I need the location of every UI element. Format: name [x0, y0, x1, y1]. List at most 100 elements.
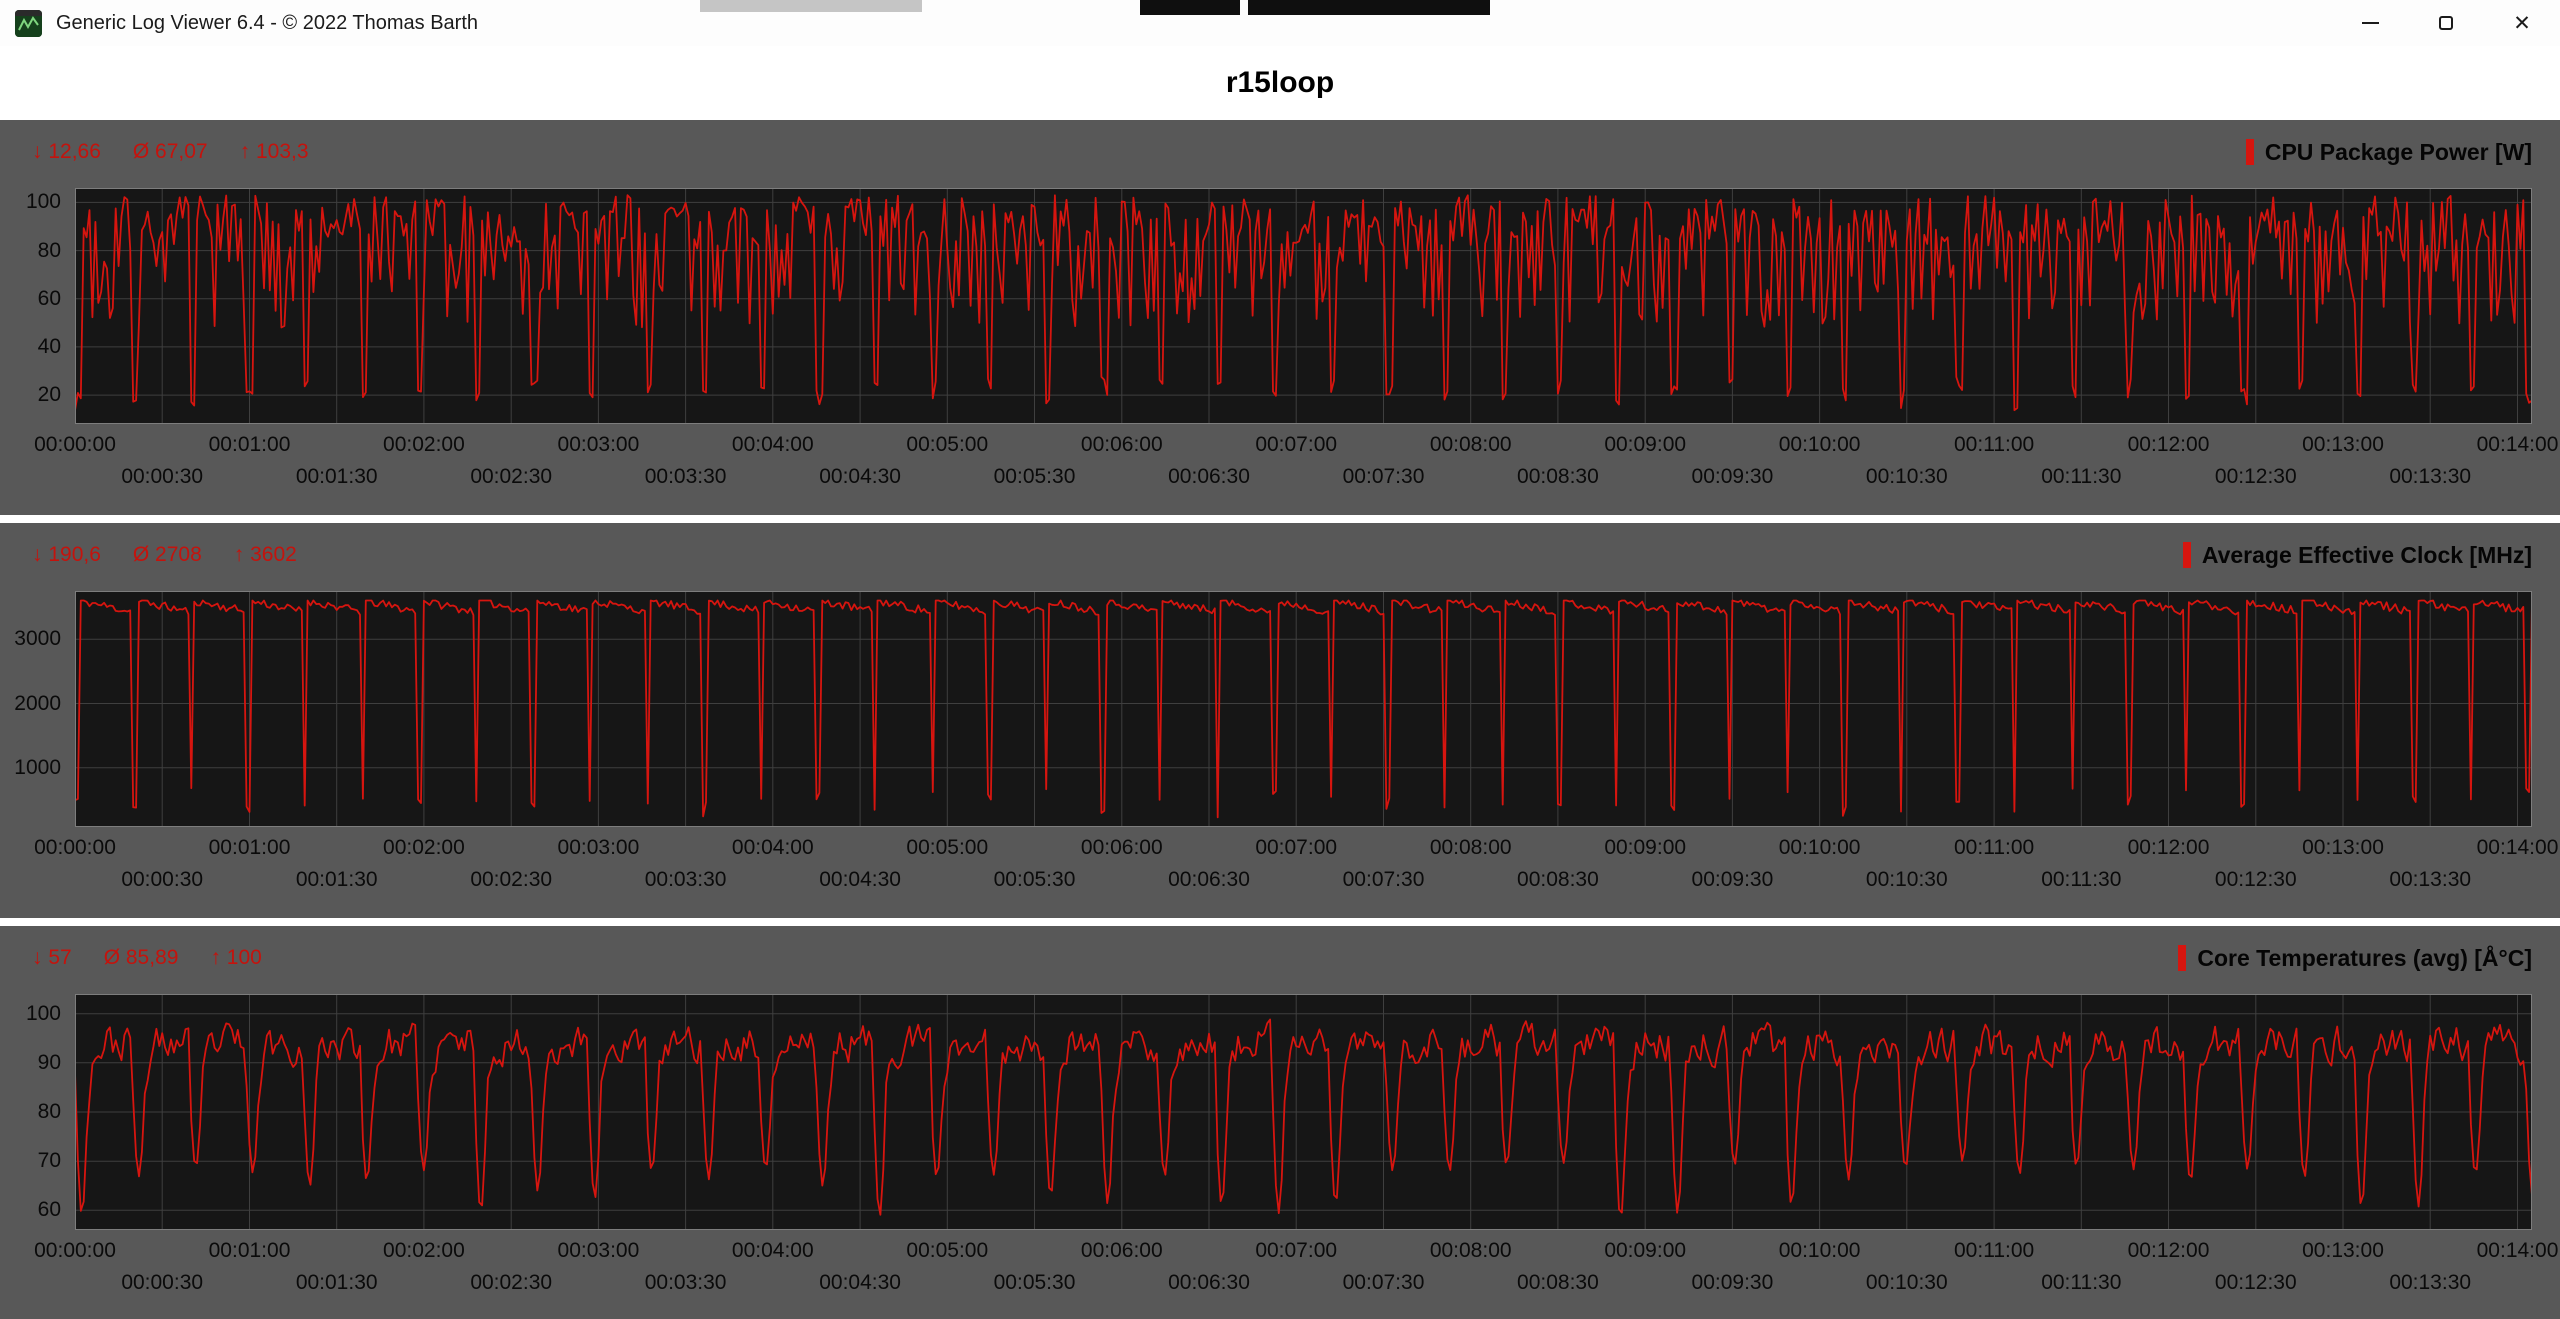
x-axis-labels-row1: 00:00:0000:01:0000:02:0000:03:0000:04:00…	[75, 433, 2532, 457]
stat-min: ↓ 57	[32, 946, 72, 970]
x-tick-label: 00:09:30	[1692, 868, 1774, 892]
chart-stats: ↓ 12,66 Ø 67,07 ↑ 103,3	[32, 140, 309, 164]
close-button[interactable]: ✕	[2484, 0, 2560, 46]
x-tick-label: 00:12:30	[2215, 1271, 2297, 1295]
x-tick-label: 00:03:00	[558, 1239, 640, 1263]
legend-color-bar	[2178, 945, 2186, 971]
x-tick-label: 00:00:00	[34, 433, 116, 457]
x-tick-label: 00:09:00	[1604, 1239, 1686, 1263]
x-tick-label: 00:00:00	[34, 836, 116, 860]
x-tick-label: 00:08:00	[1430, 836, 1512, 860]
stat-avg: Ø 85,89	[104, 946, 179, 970]
x-axis-labels-row1: 00:00:0000:01:0000:02:0000:03:0000:04:00…	[75, 1239, 2532, 1263]
maximize-button[interactable]	[2408, 0, 2484, 46]
x-tick-label: 00:14:00	[2477, 1239, 2559, 1263]
x-tick-label: 00:12:00	[2128, 1239, 2210, 1263]
x-tick-label: 00:11:00	[1954, 836, 2034, 860]
x-axis-labels-row2: 00:00:3000:01:3000:02:3000:03:3000:04:30…	[75, 1271, 2532, 1295]
x-tick-label: 00:09:00	[1604, 836, 1686, 860]
x-tick-label: 00:01:00	[209, 836, 291, 860]
x-tick-label: 00:02:00	[383, 433, 465, 457]
x-tick-label: 00:00:30	[121, 465, 203, 489]
app-icon	[15, 10, 42, 37]
x-tick-label: 00:10:00	[1779, 1239, 1861, 1263]
x-tick-label: 00:06:00	[1081, 433, 1163, 457]
x-tick-label: 00:01:00	[209, 433, 291, 457]
x-tick-label: 00:03:30	[645, 1271, 727, 1295]
x-tick-label: 00:06:30	[1168, 465, 1250, 489]
x-tick-label: 00:06:00	[1081, 836, 1163, 860]
x-tick-label: 00:02:30	[470, 868, 552, 892]
x-tick-label: 00:14:00	[2477, 836, 2559, 860]
x-tick-label: 00:04:00	[732, 1239, 814, 1263]
x-tick-label: 00:07:30	[1343, 868, 1425, 892]
charts-container: ↓ 12,66 Ø 67,07 ↑ 103,3 CPU Package Powe…	[0, 120, 2560, 1319]
x-tick-label: 00:03:00	[558, 433, 640, 457]
x-tick-label: 00:09:00	[1604, 433, 1686, 457]
background-window-fragment	[1248, 0, 1490, 15]
y-tick-label: 60	[0, 1199, 61, 1221]
x-tick-label: 00:02:00	[383, 1239, 465, 1263]
chart-legend: Average Effective Clock [MHz]	[2183, 542, 2532, 569]
x-tick-label: 00:05:00	[906, 836, 988, 860]
x-tick-label: 00:01:30	[296, 1271, 378, 1295]
x-tick-label: 00:02:30	[470, 465, 552, 489]
x-tick-label: 00:04:30	[819, 465, 901, 489]
panel-header: ↓ 12,66 Ø 67,07 ↑ 103,3 CPU Package Powe…	[32, 136, 2532, 168]
maximize-icon	[2439, 16, 2453, 30]
log-title: r15loop	[1226, 66, 1334, 100]
chart-panel-core-temperatures-avg: ↓ 57 Ø 85,89 ↑ 100 Core Temperatures (av…	[0, 926, 2560, 1319]
x-tick-label: 00:04:00	[732, 433, 814, 457]
plot-area[interactable]	[75, 994, 2532, 1230]
plot-svg	[75, 591, 2532, 827]
close-icon: ✕	[2513, 13, 2531, 34]
x-tick-label: 00:06:30	[1168, 868, 1250, 892]
x-tick-label: 00:09:30	[1692, 465, 1774, 489]
x-tick-label: 00:10:30	[1866, 1271, 1948, 1295]
x-tick-label: 00:03:00	[558, 836, 640, 860]
x-tick-label: 00:12:00	[2128, 836, 2210, 860]
y-axis-labels: 10090807060	[0, 994, 67, 1230]
y-tick-label: 2000	[0, 693, 61, 715]
x-tick-label: 00:07:30	[1343, 1271, 1425, 1295]
chart-legend: CPU Package Power [W]	[2246, 139, 2532, 166]
x-tick-label: 00:11:00	[1954, 433, 2034, 457]
x-tick-label: 00:13:00	[2302, 1239, 2384, 1263]
window-controls: ✕	[2332, 0, 2560, 46]
x-tick-label: 00:03:30	[645, 465, 727, 489]
legend-color-bar	[2246, 139, 2254, 165]
x-tick-label: 00:04:30	[819, 868, 901, 892]
plot-area[interactable]	[75, 188, 2532, 424]
minimize-button[interactable]	[2332, 0, 2408, 46]
plot-area[interactable]	[75, 591, 2532, 827]
plot-background	[75, 591, 2532, 827]
x-tick-label: 00:10:30	[1866, 465, 1948, 489]
x-tick-label: 00:11:30	[2041, 1271, 2121, 1295]
y-tick-label: 60	[0, 288, 61, 310]
x-tick-label: 00:05:30	[994, 1271, 1076, 1295]
legend-label: Average Effective Clock [MHz]	[2202, 542, 2532, 569]
x-tick-label: 00:11:00	[1954, 1239, 2034, 1263]
x-tick-label: 00:09:30	[1692, 1271, 1774, 1295]
y-axis-labels: 300020001000	[0, 591, 67, 827]
plot-svg	[75, 188, 2532, 424]
stat-max: ↑ 3602	[234, 543, 297, 567]
x-tick-label: 00:10:00	[1779, 836, 1861, 860]
y-axis-labels: 10080604020	[0, 188, 67, 424]
y-tick-label: 100	[0, 1003, 61, 1025]
x-tick-label: 00:03:30	[645, 868, 727, 892]
legend-label: Core Temperatures (avg) [Å°C]	[2197, 945, 2532, 972]
x-tick-label: 00:13:30	[2389, 465, 2471, 489]
background-window-fragment	[700, 0, 922, 12]
y-tick-label: 40	[0, 336, 61, 358]
x-tick-label: 00:11:30	[2041, 465, 2121, 489]
x-tick-label: 00:12:30	[2215, 465, 2297, 489]
chart-stats: ↓ 57 Ø 85,89 ↑ 100	[32, 946, 262, 970]
x-tick-label: 00:13:00	[2302, 433, 2384, 457]
stat-min: ↓ 190,6	[32, 543, 101, 567]
x-tick-label: 00:00:30	[121, 1271, 203, 1295]
x-tick-label: 00:08:30	[1517, 1271, 1599, 1295]
x-tick-label: 00:06:30	[1168, 1271, 1250, 1295]
x-tick-label: 00:08:30	[1517, 868, 1599, 892]
stat-avg: Ø 2708	[133, 543, 202, 567]
